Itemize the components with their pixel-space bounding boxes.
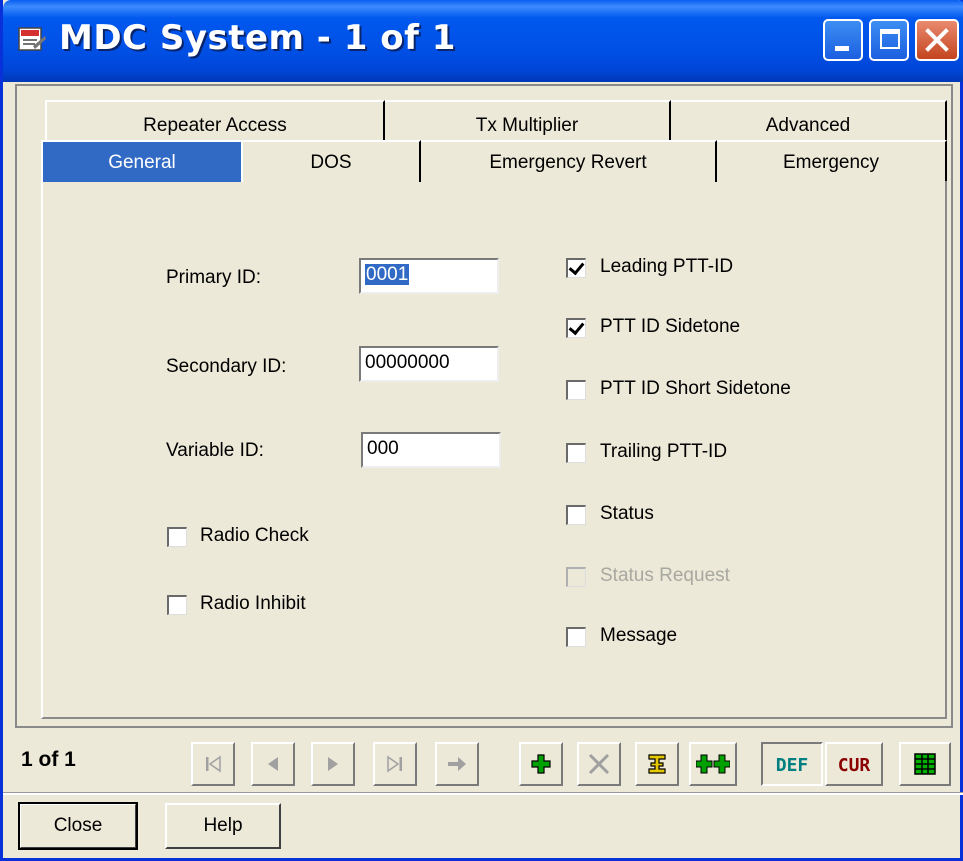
tab-emergency[interactable]: Emergency [717,140,947,182]
close-window-button[interactable] [915,19,959,61]
grid-icon [901,744,949,788]
app-icon [18,27,46,51]
mdc-system-window: MDC System - 1 of 1 Repeater Access Tx M… [0,0,963,861]
next-icon [313,744,353,787]
primary-id-input[interactable]: 0001 [359,258,499,294]
last-record-button[interactable] [373,742,417,786]
radio-inhibit-label[interactable]: Radio Inhibit [200,593,306,615]
ptt-id-short-sidetone-checkbox[interactable] [566,380,586,400]
goto-record-button[interactable] [435,742,479,786]
primary-id-label: Primary ID: [166,267,261,288]
copy-record-button[interactable] [689,742,737,786]
leading-ptt-id-label[interactable]: Leading PTT-ID [600,256,733,278]
tab-repeater-access[interactable]: Repeater Access [45,100,385,140]
previous-icon [253,744,293,787]
first-record-button[interactable] [191,742,235,786]
trailing-ptt-id-checkbox[interactable] [566,443,586,463]
leading-ptt-id-checkbox[interactable] [566,258,586,278]
title-bar[interactable]: MDC System - 1 of 1 [3,0,963,82]
minimize-button[interactable] [823,19,863,61]
delete-icon [579,744,619,789]
tab-emergency-revert[interactable]: Emergency Revert [421,140,717,182]
insert-record-button[interactable] [635,742,679,786]
add-record-button[interactable] [519,742,563,786]
window-title: MDC System - 1 of 1 [59,18,456,58]
ptt-id-sidetone-label[interactable]: PTT ID Sidetone [600,316,740,338]
def-label: DEF [775,755,809,776]
radio-inhibit-checkbox[interactable] [167,595,187,615]
maximize-icon [880,29,900,49]
status-checkbox[interactable] [566,505,586,525]
tab-general[interactable]: General [41,140,243,182]
cur-button[interactable]: CUR [825,742,883,786]
grid-view-button[interactable] [899,742,951,786]
variable-id-input[interactable]: 000 [361,432,501,468]
message-checkbox[interactable] [566,627,586,647]
radio-check-label[interactable]: Radio Check [200,525,309,547]
secondary-id-input[interactable]: 00000000 [359,346,499,382]
radio-check-checkbox[interactable] [167,527,187,547]
tab-dos[interactable]: DOS [243,140,421,182]
tab-tx-multiplier[interactable]: Tx Multiplier [385,100,671,140]
secondary-id-label: Secondary ID: [166,356,287,377]
close-icon [925,28,949,52]
def-button[interactable]: DEF [761,742,823,786]
cur-label: CUR [837,755,871,776]
help-button[interactable]: Help [165,803,281,849]
message-label[interactable]: Message [600,625,677,647]
minimize-icon [835,46,849,51]
ptt-id-short-sidetone-label[interactable]: PTT ID Short Sidetone [600,378,791,400]
insert-icon [637,744,677,788]
copy-icon [691,744,735,787]
plus-icon [521,744,561,788]
delete-record-button[interactable] [577,742,621,786]
footer-divider [3,792,963,795]
record-counter: 1 of 1 [21,748,76,771]
tab-advanced[interactable]: Advanced [671,100,947,140]
variable-id-label: Variable ID: [166,440,264,461]
last-icon [375,744,415,787]
status-label[interactable]: Status [600,503,654,525]
maximize-button[interactable] [869,19,909,61]
arrow-right-icon [437,744,477,787]
status-request-label: Status Request [600,565,730,586]
first-icon [193,744,233,787]
ptt-id-sidetone-checkbox[interactable] [566,318,586,338]
close-button[interactable]: Close [18,802,138,850]
previous-record-button[interactable] [251,742,295,786]
trailing-ptt-id-label[interactable]: Trailing PTT-ID [600,441,727,463]
next-record-button[interactable] [311,742,355,786]
status-request-checkbox [566,567,586,587]
